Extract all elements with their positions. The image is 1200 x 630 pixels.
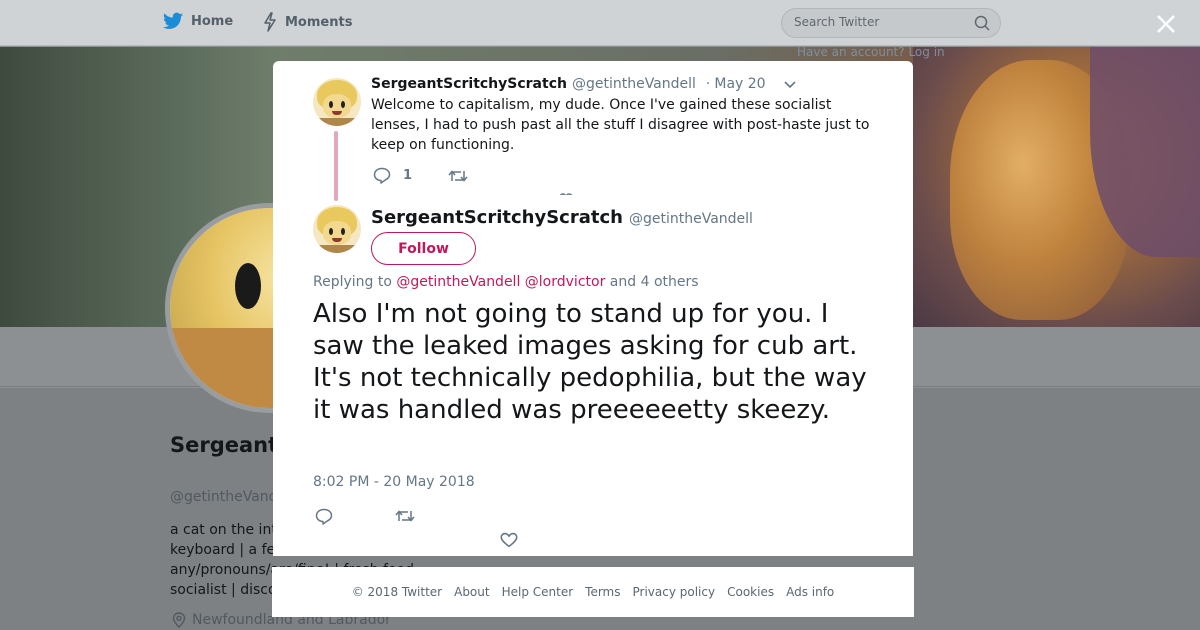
footer-terms-link[interactable]: Terms — [585, 585, 620, 599]
parent-tweet-avatar[interactable] — [313, 78, 361, 126]
retweet-icon[interactable] — [448, 168, 468, 184]
footer-about-link[interactable]: About — [454, 585, 489, 599]
replying-to-user-link[interactable]: @getintheVandell — [396, 274, 520, 290]
heart-icon[interactable] — [559, 190, 573, 195]
nav-moments-link[interactable]: Moments — [263, 12, 352, 32]
nav-home-label: Home — [191, 13, 234, 29]
main-tweet-author-handle[interactable]: @getintheVandell — [629, 211, 753, 227]
footer-help-link[interactable]: Help Center — [502, 585, 574, 599]
parent-tweet-text: Welcome to capitalism, my dude. Once I'v… — [371, 97, 870, 153]
replying-to-prefix: Replying to — [313, 274, 392, 290]
top-navigation-bar: Home Moments — [0, 0, 1200, 46]
thread-connector-line — [334, 131, 338, 201]
reply-icon[interactable] — [315, 508, 333, 525]
replying-to-line: Replying to @getintheVandell @lordvictor… — [313, 274, 699, 290]
have-account-link[interactable]: Have an account? Log in — [797, 45, 945, 59]
replying-to-others-link[interactable]: and 4 others — [610, 274, 699, 290]
parent-tweet-author-handle[interactable]: @getintheVandell — [572, 76, 696, 92]
nav-home-link[interactable]: Home — [163, 12, 233, 30]
heart-icon[interactable] — [500, 532, 518, 548]
footer-copyright: © 2018 Twitter — [351, 585, 443, 599]
close-icon[interactable] — [1155, 13, 1177, 35]
parent-tweet-reply-count: 1 — [403, 168, 413, 183]
parent-tweet-header: SergeantScritchyScratch @getintheVandell… — [371, 76, 766, 92]
main-tweet-author-name[interactable]: SergeantScritchyScratch — [371, 207, 623, 228]
main-tweet-text: Also I'm not going to stand up for you. … — [313, 299, 867, 425]
search-box — [781, 8, 1001, 38]
footer-privacy-link[interactable]: Privacy policy — [633, 585, 716, 599]
retweet-icon[interactable] — [395, 508, 415, 524]
twitter-bird-icon — [163, 12, 183, 29]
main-tweet-avatar[interactable] — [313, 205, 361, 253]
footer-ads-link[interactable]: Ads info — [786, 585, 834, 599]
reply-icon[interactable] — [373, 167, 391, 184]
separator-dot: · — [705, 76, 711, 92]
replying-to-user-link[interactable]: @lordvictor — [525, 274, 606, 290]
footer-links: © 2018 Twitter About Help Center Terms P… — [272, 567, 914, 617]
parent-tweet-actions: 1 — [373, 167, 468, 184]
parent-tweet-author-name[interactable]: SergeantScritchyScratch — [371, 76, 567, 92]
location-pin-icon — [172, 612, 186, 628]
profile-display-name: SergeantScritchyScratch — [170, 432, 464, 459]
main-tweet-timestamp[interactable]: 8:02 PM - 20 May 2018 — [313, 474, 475, 490]
follow-button[interactable]: Follow — [371, 232, 476, 265]
lightning-icon — [264, 12, 276, 32]
search-input[interactable] — [794, 15, 964, 29]
main-tweet-actions — [315, 508, 875, 556]
parent-tweet-date[interactable]: May 20 — [714, 76, 765, 92]
nav-moments-label: Moments — [285, 14, 353, 30]
search-icon[interactable] — [974, 15, 990, 35]
footer-cookies-link[interactable]: Cookies — [727, 585, 774, 599]
tweet-modal: SergeantScritchyScratch @getintheVandell… — [273, 61, 913, 556]
chevron-down-icon[interactable] — [783, 79, 797, 89]
